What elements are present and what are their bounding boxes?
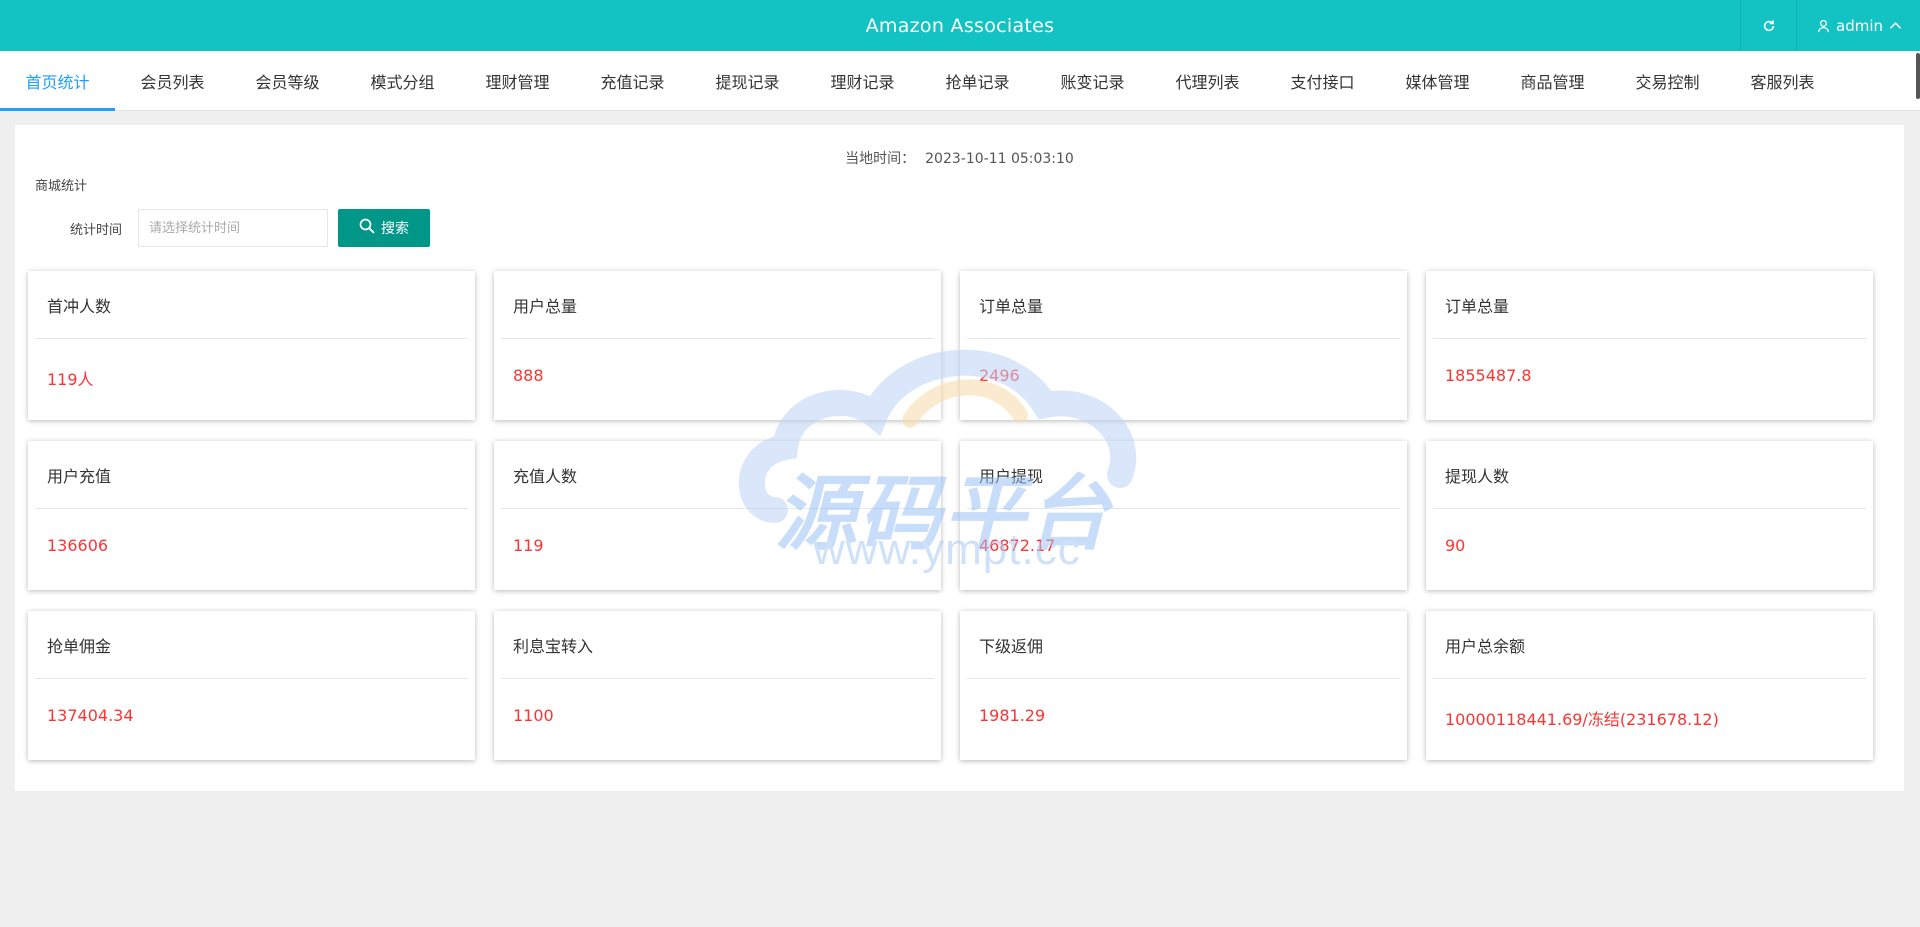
- tab-11[interactable]: 代理列表: [1150, 51, 1265, 111]
- nav-tabs: 首页统计 会员列表 会员等级 模式分组 理财管理 充值记录 提现记录 理财记录 抢单记录 账变记录…: [0, 51, 1920, 111]
- username: admin: [1836, 16, 1883, 35]
- stat-card-value: 90: [1445, 536, 1466, 555]
- tab-5[interactable]: 理财管理: [460, 51, 575, 111]
- tab-7[interactable]: 提现记录: [690, 51, 805, 111]
- stat-card-value: 137404.34: [47, 706, 134, 725]
- stat-card-title: 提现人数: [1433, 441, 1866, 509]
- stat-card-title: 订单总量: [1433, 271, 1866, 339]
- stat-card-value: 2496: [979, 366, 1020, 385]
- stat-card: 用户总量 888: [494, 271, 941, 420]
- stat-card-title: 订单总量: [967, 271, 1400, 339]
- refresh-button[interactable]: [1740, 0, 1796, 51]
- tab-16[interactable]: 客服列表: [1725, 51, 1840, 111]
- local-time: 当地时间： 2023-10-11 05:03:10: [15, 148, 1904, 168]
- stat-card-title: 用户总量: [501, 271, 934, 339]
- search-button[interactable]: 搜索: [338, 209, 431, 247]
- local-time-label: 当地时间：: [845, 151, 916, 167]
- stat-card-value: 1100: [513, 706, 554, 725]
- tab-8[interactable]: 理财记录: [805, 51, 920, 111]
- stat-card-title: 首冲人数: [35, 271, 468, 339]
- tab-13[interactable]: 媒体管理: [1380, 51, 1495, 111]
- search-icon: [359, 218, 375, 238]
- stat-card: 提现人数 90: [1426, 441, 1873, 590]
- tab-12[interactable]: 支付接口: [1265, 51, 1380, 111]
- tab-9[interactable]: 抢单记录: [920, 51, 1035, 111]
- user-menu[interactable]: admin: [1796, 0, 1920, 51]
- tab-10[interactable]: 账变记录: [1035, 51, 1150, 111]
- stat-card-title: 下级返佣: [967, 611, 1400, 679]
- stat-card-value: 119: [513, 536, 544, 555]
- stat-card-title: 抢单佣金: [35, 611, 468, 679]
- top-header: Amazon Associates admin: [0, 0, 1920, 51]
- tab-2[interactable]: 会员列表: [115, 51, 230, 111]
- stat-card: 用户总余额 10000118441.69/冻结(231678.12): [1426, 611, 1873, 760]
- stat-card: 利息宝转入 1100: [494, 611, 941, 760]
- stat-card-title: 充值人数: [501, 441, 934, 509]
- tab-4[interactable]: 模式分组: [345, 51, 460, 111]
- stat-card-value: 136606: [47, 536, 109, 555]
- stat-card: 首冲人数 119人: [28, 271, 475, 420]
- stat-card-title: 用户总余额: [1433, 611, 1866, 679]
- tab-3[interactable]: 会员等级: [230, 51, 345, 111]
- stat-card-value: 1855487.8: [1445, 366, 1532, 385]
- stat-card-value: 10000118441.69/冻结(231678.12): [1445, 710, 1719, 729]
- stat-card: 用户提现 46872.17: [960, 441, 1407, 590]
- app-title: Amazon Associates: [865, 14, 1055, 37]
- stat-card-value: 888: [513, 366, 544, 385]
- header-tools: admin: [1740, 0, 1920, 51]
- stat-card: 用户充值 136606: [28, 441, 475, 590]
- stat-card: 下级返佣 1981.29: [960, 611, 1407, 760]
- filter-label: 统计时间: [70, 222, 123, 238]
- local-time-value: 2023-10-11 05:03:10: [925, 151, 1074, 167]
- stat-card-title: 用户提现: [967, 441, 1400, 509]
- stat-card: 抢单佣金 137404.34: [28, 611, 475, 760]
- stat-card-value: 1981.29: [979, 706, 1046, 725]
- stat-card-value: 119人: [47, 370, 94, 389]
- stat-card-title: 用户充值: [35, 441, 468, 509]
- filter-row: 统计时间 搜索: [70, 209, 431, 247]
- stat-card-value: 46872.17: [979, 536, 1056, 555]
- tab-6[interactable]: 充值记录: [575, 51, 690, 111]
- tab-1[interactable]: 首页统计: [0, 51, 115, 111]
- stat-card: 充值人数 119: [494, 441, 941, 590]
- section-title: 商城统计: [35, 179, 88, 194]
- user-icon: [1817, 19, 1830, 33]
- chevron-up-icon: [1889, 21, 1902, 30]
- search-button-label: 搜索: [381, 221, 410, 237]
- tab-15[interactable]: 交易控制: [1610, 51, 1725, 111]
- tab-14[interactable]: 商品管理: [1495, 51, 1610, 111]
- stat-card-title: 利息宝转入: [501, 611, 934, 679]
- refresh-icon: [1762, 19, 1776, 33]
- stat-time-input[interactable]: [138, 209, 329, 247]
- nav-scrollbar[interactable]: [1916, 53, 1920, 99]
- stat-card: 订单总量 2496: [960, 271, 1407, 420]
- stat-card: 订单总量 1855487.8: [1426, 271, 1873, 420]
